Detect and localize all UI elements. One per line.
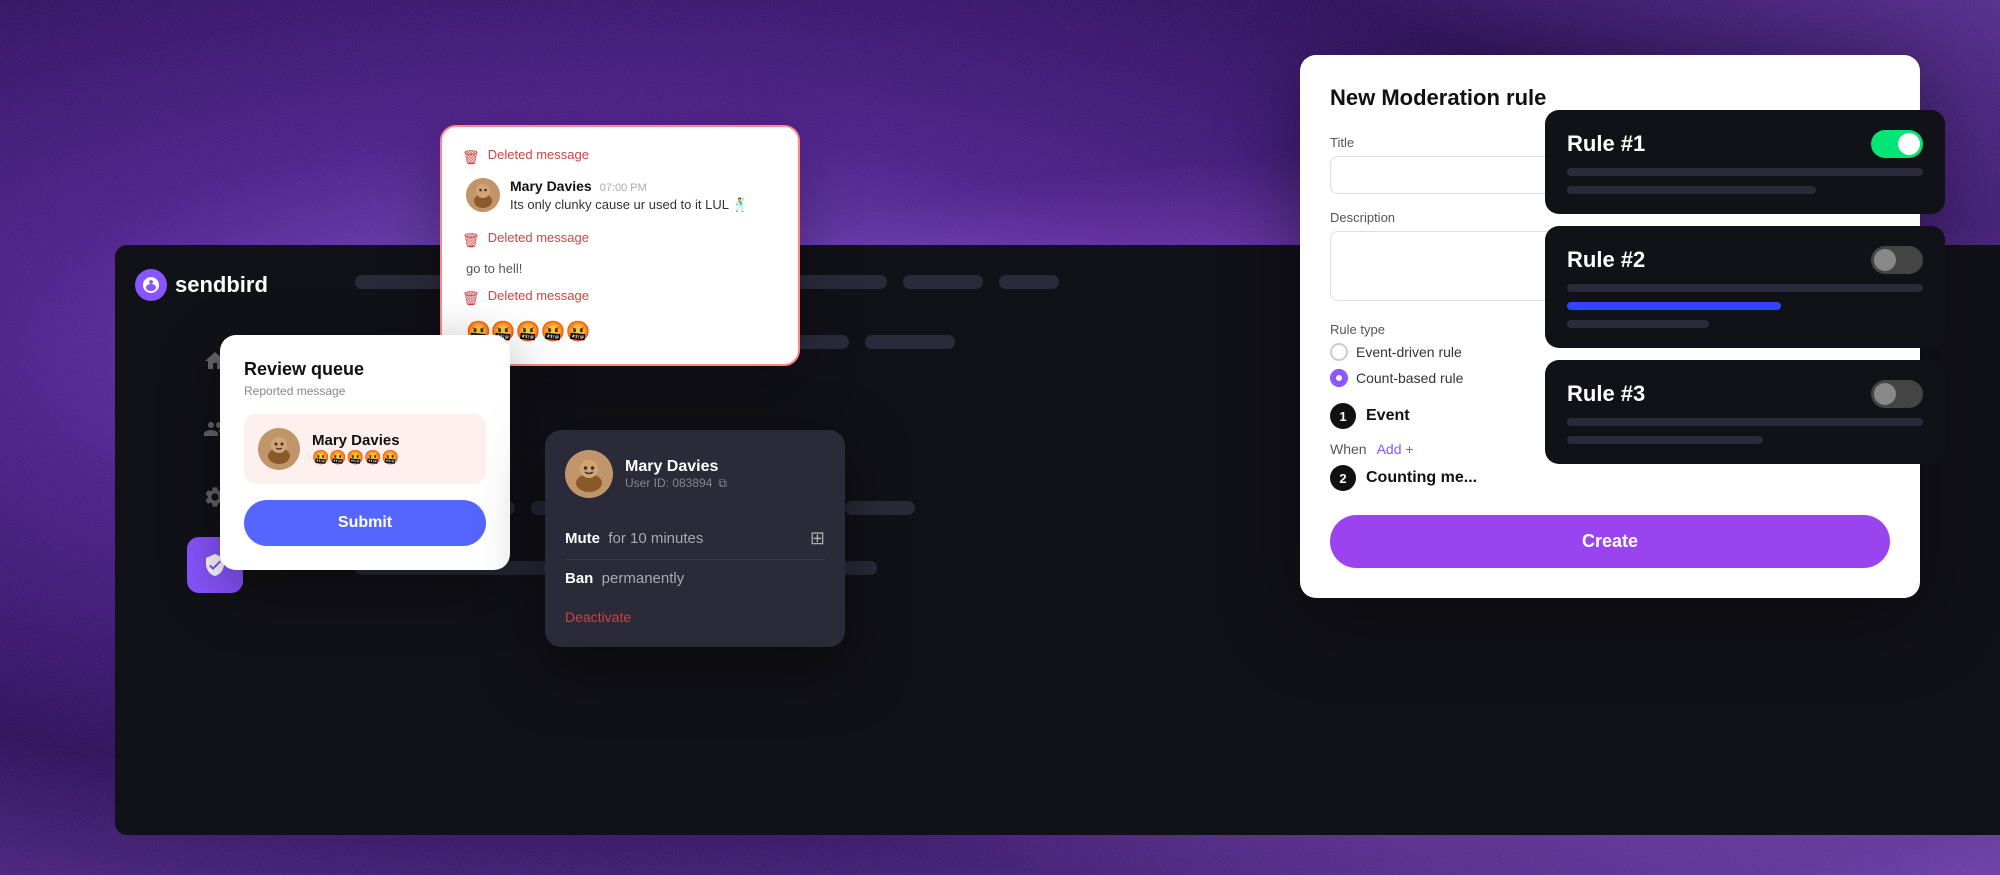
logo: sendbird xyxy=(115,269,315,301)
step-2-label: Counting me... xyxy=(1366,469,1477,487)
deactivate-button[interactable]: Deactivate xyxy=(565,609,631,625)
count-based-label: Count-based rule xyxy=(1356,370,1463,386)
reported-info: Mary Davies 🤬🤬🤬🤬🤬 xyxy=(312,432,472,466)
sliders-icon[interactable]: ⊞ xyxy=(810,528,825,549)
mute-action-row: Mute for 10 minutes ⊞ xyxy=(565,518,825,560)
review-queue-subtitle: Reported message xyxy=(244,384,486,398)
rule-1-title: Rule #1 xyxy=(1567,131,1645,157)
mary-time-1: 07:00 PM xyxy=(600,182,647,194)
user-action-card: Mary Davies User ID: 083894 ⧉ Mute for 1… xyxy=(545,430,845,647)
event-driven-label: Event-driven rule xyxy=(1356,344,1462,360)
placeholder-pill xyxy=(865,335,955,349)
rule-2-header: Rule #2 xyxy=(1567,246,1923,274)
rule-3-toggle[interactable] xyxy=(1871,380,1923,408)
rule-3-header: Rule #3 xyxy=(1567,380,1923,408)
deleted-row-1: 🗑 Deleted message xyxy=(462,147,778,166)
rule-card-2: Rule #2 xyxy=(1545,226,1945,348)
review-queue-card: Review queue Reported message Mary Davie… xyxy=(220,335,510,570)
rule-3-bar-1 xyxy=(1567,418,1923,426)
mary-name-1: Mary Davies xyxy=(510,178,592,194)
mute-label: Mute for 10 minutes xyxy=(565,530,703,547)
copy-icon[interactable]: ⧉ xyxy=(718,476,727,491)
rule-1-bar-2 xyxy=(1567,186,1816,194)
trash-icon-1: 🗑 xyxy=(462,149,480,166)
user-action-name: Mary Davies xyxy=(625,458,825,476)
rule-1-toggle[interactable] xyxy=(1871,130,1923,158)
user-action-info: Mary Davies User ID: 083894 ⧉ xyxy=(625,458,825,491)
mary-text-1: Its only clunky cause ur used to it LUL … xyxy=(510,196,778,214)
when-label: When xyxy=(1330,441,1367,457)
step-1-number: 1 xyxy=(1330,403,1356,429)
rule-2-title: Rule #2 xyxy=(1567,247,1645,273)
trash-icon-3: 🗑 xyxy=(462,290,480,307)
deleted-row-3: 🗑 Deleted message xyxy=(462,288,778,307)
user-id-text: User ID: 083894 xyxy=(625,476,712,490)
submit-button[interactable]: Submit xyxy=(244,500,486,546)
rule-3-title: Rule #3 xyxy=(1567,381,1645,407)
user-action-header: Mary Davies User ID: 083894 ⧉ xyxy=(565,450,825,498)
reported-user-avatar xyxy=(258,428,300,470)
placeholder-pill xyxy=(903,275,983,289)
mary-message-header: Mary Davies 07:00 PM xyxy=(510,178,778,194)
add-link[interactable]: Add + xyxy=(1377,441,1414,457)
rules-panel: Rule #1 Rule #2 Rule #3 xyxy=(1545,110,1945,464)
placeholder-pill xyxy=(999,275,1059,289)
user-action-avatar xyxy=(565,450,613,498)
rule-2-bar-2 xyxy=(1567,302,1781,310)
trash-icon-2: 🗑 xyxy=(462,232,480,249)
rule-3-bar-2 xyxy=(1567,436,1763,444)
message-row-mary: Mary Davies 07:00 PM Its only clunky cau… xyxy=(466,178,778,214)
deleted-label-1: Deleted message xyxy=(488,147,589,162)
deleted-label-2: Deleted message xyxy=(488,230,589,245)
rule-card-3: Rule #3 xyxy=(1545,360,1945,464)
brand-name: sendbird xyxy=(175,272,268,298)
step-2-number: 2 xyxy=(1330,465,1356,491)
count-based-radio[interactable] xyxy=(1330,369,1348,387)
step-2: 2 Counting me... xyxy=(1330,465,1890,491)
reported-message-text: 🤬🤬🤬🤬🤬 xyxy=(312,449,472,466)
deleted-row-2: 🗑 Deleted message xyxy=(462,230,778,249)
rule-card-1: Rule #1 xyxy=(1545,110,1945,214)
review-queue-title: Review queue xyxy=(244,359,486,380)
create-button[interactable]: Create xyxy=(1330,515,1890,568)
deleted-text-2: go to hell! xyxy=(466,261,778,276)
ban-action-row: Ban permanently xyxy=(565,560,825,597)
deleted-messages-card: 🗑 Deleted message Mary Davies 07:00 PM xyxy=(440,125,800,366)
rule-2-bar-3 xyxy=(1567,320,1709,328)
reported-user-name: Mary Davies xyxy=(312,432,472,449)
rule-1-header: Rule #1 xyxy=(1567,130,1923,158)
rule-1-bar-1 xyxy=(1567,168,1923,176)
event-driven-radio[interactable] xyxy=(1330,343,1348,361)
rule-2-bar-1 xyxy=(1567,284,1923,292)
user-action-id: User ID: 083894 ⧉ xyxy=(625,476,825,491)
mary-message-content: Mary Davies 07:00 PM Its only clunky cau… xyxy=(510,178,778,214)
deleted-label-3: Deleted message xyxy=(488,288,589,303)
reported-message-box: Mary Davies 🤬🤬🤬🤬🤬 xyxy=(244,414,486,484)
deleted-text-3: 🤬🤬🤬🤬🤬 xyxy=(466,319,778,344)
ban-label: Ban permanently xyxy=(565,570,684,587)
mary-avatar-1 xyxy=(466,178,500,212)
step-1-label: Event xyxy=(1366,407,1410,425)
logo-icon xyxy=(135,269,167,301)
rule-2-toggle[interactable] xyxy=(1871,246,1923,274)
placeholder-pill xyxy=(845,501,915,515)
moderation-rule-title: New Moderation rule xyxy=(1330,85,1890,111)
